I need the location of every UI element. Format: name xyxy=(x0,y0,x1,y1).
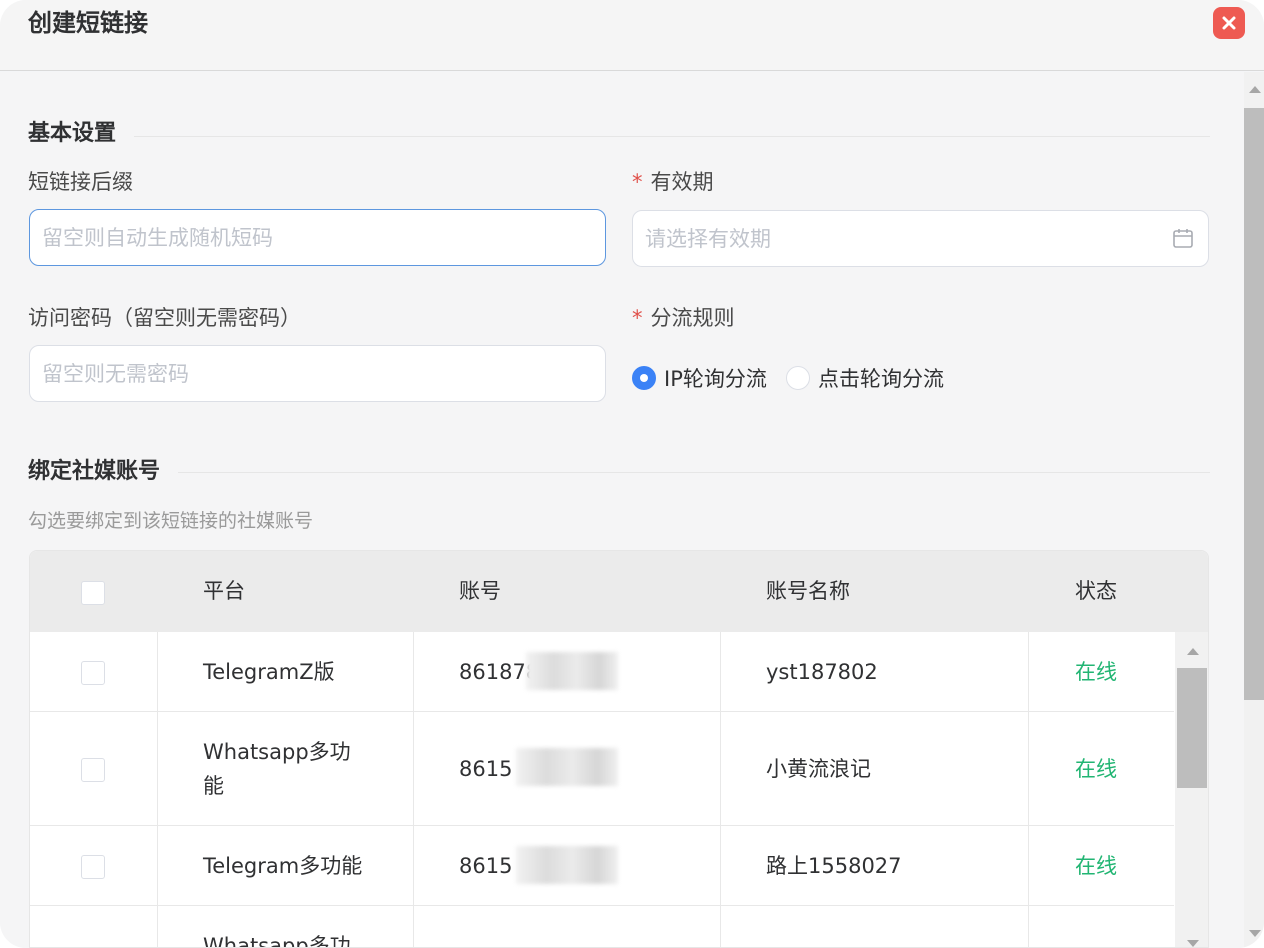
calendar-icon xyxy=(1173,229,1193,248)
radio-ip-routing[interactable]: IP轮询分流 xyxy=(632,363,767,393)
required-mark: * xyxy=(632,306,643,330)
table-header: 平台 账号 账号名称 状态 xyxy=(30,551,1208,632)
accounts-table: 平台 账号 账号名称 状态 TelegramZ版 861878 yst18780… xyxy=(29,550,1209,948)
expiry-input[interactable] xyxy=(645,211,1163,266)
table-row[interactable]: Telegram多功能 8615 路上1558027 在线 xyxy=(30,826,1174,906)
radio-label: 点击轮询分流 xyxy=(818,367,944,391)
column-divider xyxy=(413,632,414,947)
column-divider xyxy=(157,632,158,947)
routing-label-text: 分流规则 xyxy=(650,306,735,330)
account-cell: 8615 xyxy=(459,757,513,781)
status-cell: 在线 xyxy=(1075,854,1117,878)
account-name-cell: 小黄流浪记 xyxy=(766,757,871,781)
suffix-input[interactable] xyxy=(42,210,560,265)
platform-cell: Telegram多功能 xyxy=(203,854,363,878)
scrollbar-thumb[interactable] xyxy=(1244,108,1264,700)
row-checkbox[interactable] xyxy=(81,661,105,685)
radio-checked-icon xyxy=(632,366,656,390)
section-divider xyxy=(134,136,1210,137)
password-input[interactable] xyxy=(42,346,560,401)
scroll-down-arrow-icon[interactable] xyxy=(1249,930,1261,937)
redacted-blur xyxy=(526,652,618,690)
column-header-status: 状态 xyxy=(1075,579,1117,603)
status-cell: 在线 xyxy=(1075,757,1117,781)
create-short-link-dialog: 创建短链接 基本设置 短链接后缀 * 有效期 访问密码（留空则无需密码） xyxy=(0,0,1264,948)
column-header-account: 账号 xyxy=(459,579,501,603)
row-checkbox[interactable] xyxy=(81,758,105,782)
close-icon xyxy=(1222,16,1236,30)
redacted-blur xyxy=(516,846,618,884)
scroll-up-arrow-icon[interactable] xyxy=(1249,86,1261,93)
column-header-account-name: 账号名称 xyxy=(766,579,850,603)
required-mark: * xyxy=(632,170,643,194)
radio-unchecked-icon xyxy=(786,366,810,390)
platform-cell: Whatsapp多功 xyxy=(203,934,351,948)
platform-cell: Whatsapp多功能 xyxy=(203,740,351,798)
routing-label: * 分流规则 xyxy=(632,304,735,332)
dialog-scrollbar[interactable] xyxy=(1244,72,1264,948)
scroll-up-arrow-icon[interactable] xyxy=(1187,648,1199,655)
select-all-checkbox[interactable] xyxy=(81,581,105,605)
platform-cell: TelegramZ版 xyxy=(203,660,335,684)
row-checkbox[interactable] xyxy=(81,855,105,879)
status-cell: 在线 xyxy=(1075,660,1117,684)
column-divider xyxy=(720,632,721,947)
table-row[interactable]: Whatsapp多功 xyxy=(30,906,1174,948)
expiry-label-text: 有效期 xyxy=(650,170,714,194)
table-row[interactable]: Whatsapp多功能 8615 小黄流浪记 在线 xyxy=(30,712,1174,826)
column-divider xyxy=(1028,632,1029,947)
suffix-field[interactable] xyxy=(29,209,606,266)
scrollbar-thumb[interactable] xyxy=(1177,668,1207,788)
radio-click-routing[interactable]: 点击轮询分流 xyxy=(786,363,944,393)
account-name-cell: yst187802 xyxy=(766,660,878,684)
expiry-label: * 有效期 xyxy=(632,168,714,196)
redacted-blur xyxy=(516,748,618,786)
dialog-header: 创建短链接 xyxy=(0,0,1264,71)
section-title-bind: 绑定社媒账号 xyxy=(28,459,161,484)
account-name-cell: 路上1558027 xyxy=(766,854,902,878)
account-cell: 8615 xyxy=(459,854,513,878)
column-header-platform: 平台 xyxy=(203,579,245,603)
table-scrollbar[interactable] xyxy=(1175,632,1208,947)
password-label: 访问密码（留空则无需密码） xyxy=(28,306,301,330)
section-divider xyxy=(178,472,1210,473)
expiry-picker[interactable] xyxy=(632,210,1209,267)
password-field[interactable] xyxy=(29,345,606,402)
suffix-label: 短链接后缀 xyxy=(28,170,133,194)
section-title-basic: 基本设置 xyxy=(28,121,117,146)
dialog-title: 创建短链接 xyxy=(28,9,148,37)
scroll-down-arrow-icon[interactable] xyxy=(1187,940,1199,947)
bind-hint: 勾选要绑定到该短链接的社媒账号 xyxy=(28,510,314,532)
radio-label: IP轮询分流 xyxy=(664,367,767,391)
close-button[interactable] xyxy=(1213,7,1245,39)
table-row[interactable]: TelegramZ版 861878 yst187802 在线 xyxy=(30,632,1174,712)
